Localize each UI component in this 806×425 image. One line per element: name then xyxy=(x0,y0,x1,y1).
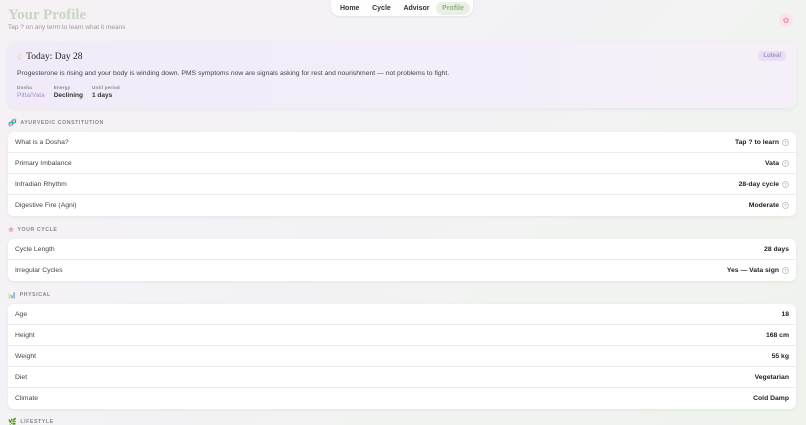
row-label: Height xyxy=(15,331,35,339)
row-label: Weight xyxy=(15,352,37,360)
cycle-group: Cycle Length 28 days Irregular Cycles Ye… xyxy=(8,239,796,281)
info-icon[interactable]: ? xyxy=(782,180,789,188)
stat-value: 1 days xyxy=(91,92,113,99)
row-right: 28 days xyxy=(764,246,789,253)
today-card: ☾ Today: Day 28 Luteal Progesterone is r… xyxy=(8,42,796,108)
row-infradian-rhythm[interactable]: Infradian Rhythm 28-day cycle ? xyxy=(8,174,796,195)
constitution-group: What is a Dosha? Tap ? to learn ? Primar… xyxy=(8,132,796,216)
row-right: Yes — Vata sign ? xyxy=(727,267,789,274)
row-right: 168 cm xyxy=(766,332,789,339)
section-header-constitution: 🧬 AYURVEDIC CONSTITUTION xyxy=(8,119,104,127)
row-digestive-fire[interactable]: Digestive Fire (Agni) Moderate ? xyxy=(8,195,796,216)
section-title: YOUR CYCLE xyxy=(17,227,58,233)
today-stats: Dosha Pitta/Vata Energy Declining Until … xyxy=(17,85,120,99)
row-climate[interactable]: Climate Cold Damp xyxy=(8,388,796,409)
today-header: ☾ Today: Day 28 xyxy=(17,52,83,62)
row-label: Diet xyxy=(15,373,28,381)
row-weight[interactable]: Weight 55 kg xyxy=(8,346,796,367)
row-label: Climate xyxy=(15,395,39,402)
section-header-physical: 📊 PHYSICAL xyxy=(8,291,51,299)
row-label: Digestive Fire (Agni) xyxy=(15,202,77,209)
physical-group: Age 18 Height 168 cm Weight 55 kg Diet V… xyxy=(8,304,796,409)
section-title: AYURVEDIC CONSTITUTION xyxy=(20,120,104,126)
flower-icon: ❀ xyxy=(8,227,15,234)
row-right: Moderate ? xyxy=(749,202,789,209)
stat-energy: Energy Declining xyxy=(54,85,83,99)
row-value: Yes — Vata sign xyxy=(726,267,779,274)
stat-value: Declining xyxy=(53,92,83,99)
flower-icon: ✿ xyxy=(782,15,790,25)
stat-dosha: Dosha Pitta/Vata xyxy=(17,85,45,99)
row-label: What is a Dosha? xyxy=(15,138,69,146)
flower-button[interactable]: ✿ xyxy=(779,13,793,27)
row-value: Moderate xyxy=(748,202,779,209)
info-icon[interactable]: ? xyxy=(782,159,789,167)
row-age[interactable]: Age 18 xyxy=(8,304,796,325)
page-title: Your Profile xyxy=(8,7,87,23)
row-value: Tap ? to learn xyxy=(734,138,779,146)
row-value: Vata xyxy=(765,159,779,167)
row-value: 18 xyxy=(781,310,789,318)
row-cycle-length[interactable]: Cycle Length 28 days xyxy=(8,239,796,260)
row-right: Cold Damp xyxy=(753,395,789,402)
section-title: PHYSICAL xyxy=(19,292,51,298)
stat-label: Energy xyxy=(53,85,71,90)
row-right: Vegetarian xyxy=(755,374,789,381)
row-label: Cycle Length xyxy=(15,245,55,253)
section-title: LIFESTYLE xyxy=(20,419,54,425)
row-right: Tap ? to learn ? xyxy=(734,138,789,146)
top-nav: Home Cycle Advisor Profile xyxy=(331,0,473,16)
info-icon[interactable]: ? xyxy=(782,202,789,209)
info-icon[interactable]: ? xyxy=(782,138,789,146)
row-right: 28-day cycle ? xyxy=(738,180,789,188)
today-title: Today: Day 28 xyxy=(26,52,83,62)
row-right: 18 xyxy=(781,311,789,318)
row-value: 55 kg xyxy=(771,352,789,360)
row-right: 55 kg xyxy=(772,353,789,360)
row-value: 168 cm xyxy=(765,331,789,339)
tab-cycle[interactable]: Cycle xyxy=(366,2,397,15)
row-value: 28 days xyxy=(764,245,789,253)
row-diet[interactable]: Diet Vegetarian xyxy=(8,367,796,388)
bar-chart-icon: 📊 xyxy=(8,292,17,299)
tab-home[interactable]: Home xyxy=(334,2,365,15)
tab-profile[interactable]: Profile xyxy=(436,1,470,15)
row-dosha[interactable]: What is a Dosha? Tap ? to learn ? xyxy=(8,132,796,153)
section-header-lifestyle: 🌿 LIFESTYLE xyxy=(8,418,54,425)
info-icon[interactable]: ? xyxy=(782,267,789,274)
row-primary-imbalance[interactable]: Primary Imbalance Vata ? xyxy=(8,153,796,174)
moon-icon: ☾ xyxy=(17,52,25,62)
row-label: Irregular Cycles xyxy=(15,267,63,274)
leaf-icon: 🌿 xyxy=(8,419,18,425)
stat-label: Dosha xyxy=(17,85,33,90)
section-header-cycle: ❀ YOUR CYCLE xyxy=(8,226,57,234)
row-value: Cold Damp xyxy=(753,395,789,402)
row-value: 28-day cycle xyxy=(738,180,779,188)
row-label: Infradian Rhythm xyxy=(15,180,67,188)
tab-advisor[interactable]: Advisor xyxy=(397,2,435,15)
row-label: Primary Imbalance xyxy=(15,159,72,167)
row-right: Vata ? xyxy=(765,159,789,167)
stat-until-period: Until period 1 days xyxy=(92,85,120,99)
page-subtitle: Tap ? on any term to learn what it means xyxy=(8,24,126,31)
row-height[interactable]: Height 168 cm xyxy=(8,325,796,346)
row-label: Age xyxy=(15,310,28,318)
row-irregular-cycles[interactable]: Irregular Cycles Yes — Vata sign ? xyxy=(8,260,796,281)
row-value: Vegetarian xyxy=(754,373,789,381)
phase-badge: Luteal xyxy=(758,51,786,61)
stat-value: Pitta/Vata xyxy=(17,92,45,99)
today-description: Progesterone is rising and your body is … xyxy=(17,70,450,77)
dna-icon: 🧬 xyxy=(8,120,18,127)
stat-label: Until period xyxy=(91,85,120,90)
